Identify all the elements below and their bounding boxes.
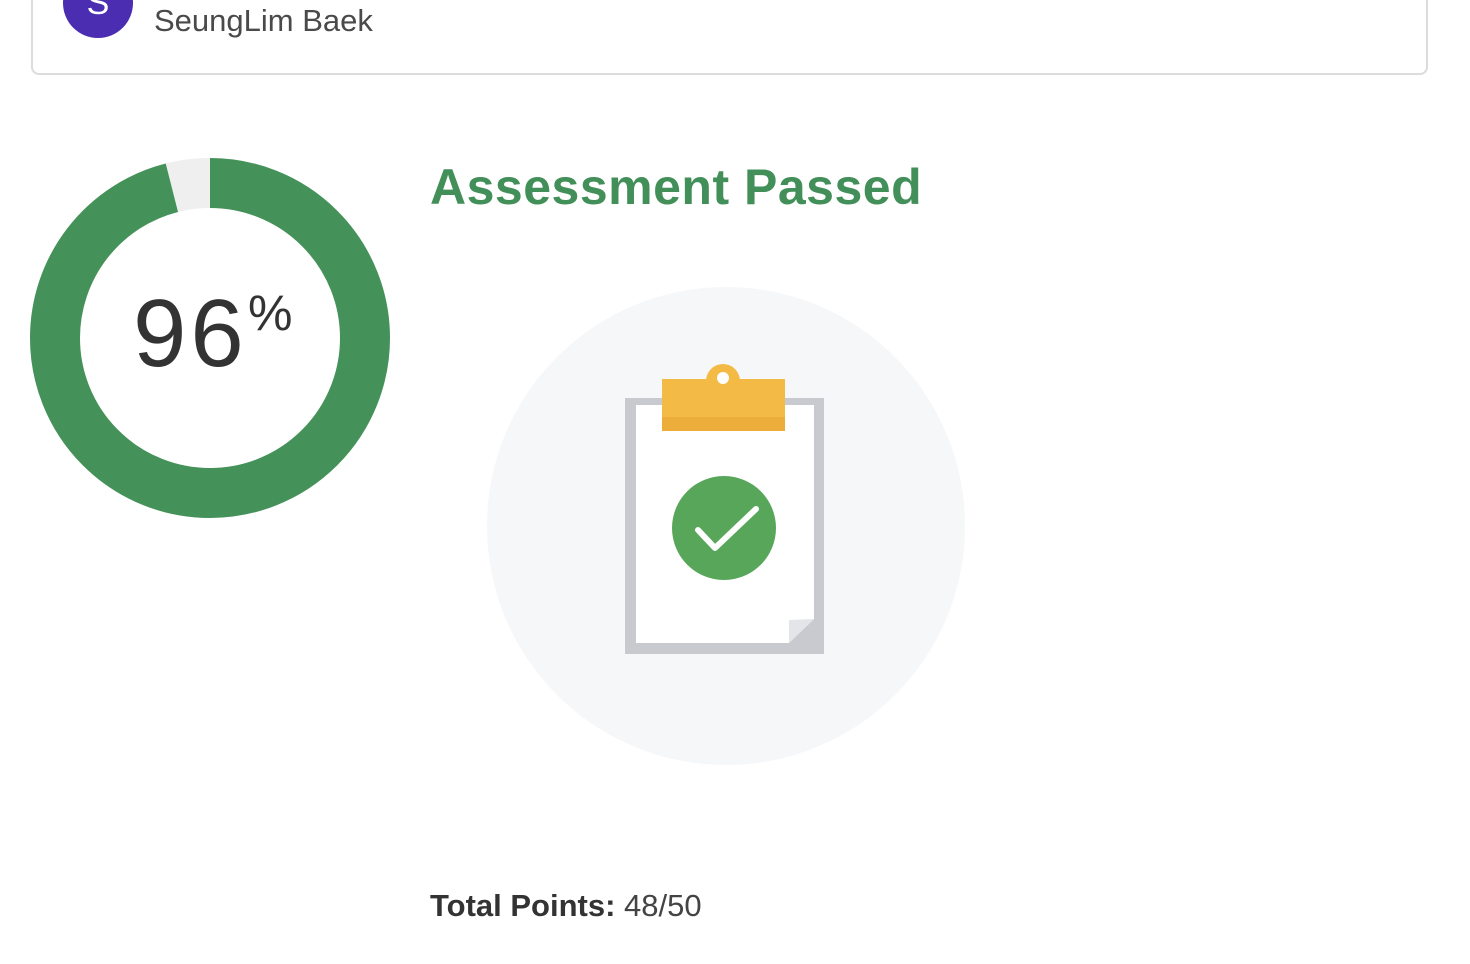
- score-readout: 96 %: [30, 158, 390, 518]
- score-value: 96: [133, 280, 248, 387]
- avatar-initial: S: [86, 0, 110, 22]
- total-points-label: Total Points:: [430, 888, 616, 923]
- clipboard-clip-shadow: [662, 417, 785, 431]
- score-percent-symbol: %: [248, 285, 293, 341]
- clipboard-check-icon: [487, 287, 965, 765]
- check-circle-icon: [672, 476, 776, 580]
- user-name: SeungLim Baek: [154, 3, 373, 38]
- total-points-value: 48/50: [624, 888, 702, 923]
- total-points: Total Points: 48/50: [430, 888, 702, 924]
- avatar: S: [63, 0, 133, 38]
- result-title: Assessment Passed: [430, 159, 923, 215]
- user-card: S SeungLim Baek: [31, 0, 1428, 75]
- clipboard-clip-hole: [717, 372, 729, 384]
